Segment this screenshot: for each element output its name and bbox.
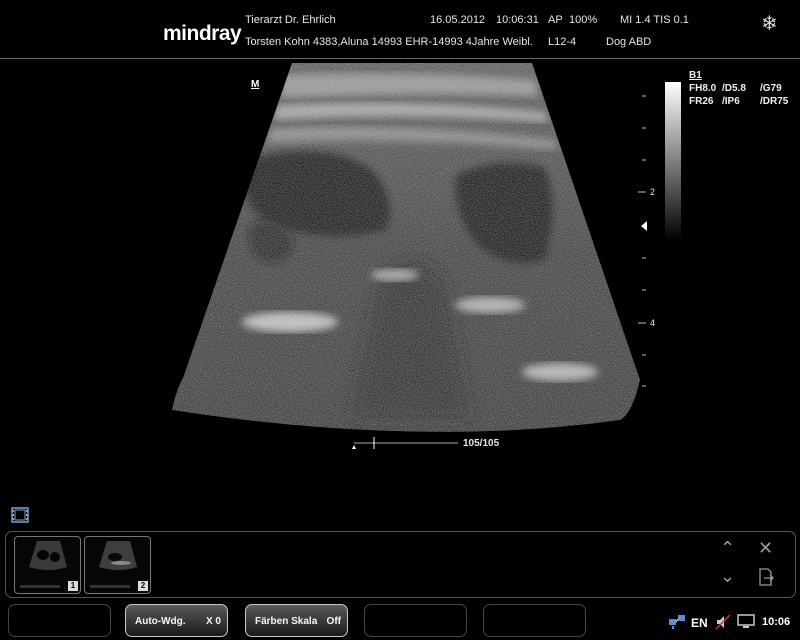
- param-dr: /DR75: [760, 96, 789, 107]
- expand-down-icon[interactable]: ⌄: [720, 566, 735, 587]
- softkey-faerben-skala-value: Off: [326, 616, 341, 627]
- thumbnail-2-number: 2: [138, 581, 148, 591]
- softkey-auto-wdg-label: Auto-Wdg.: [135, 616, 186, 627]
- param-d: /D5.8: [722, 83, 746, 94]
- depth-label-2: 2: [650, 187, 656, 197]
- collapse-up-icon[interactable]: ⌃: [720, 538, 735, 559]
- softkey-1[interactable]: [8, 604, 111, 637]
- monitor-icon[interactable]: [737, 614, 755, 630]
- close-icon[interactable]: ✕: [758, 538, 773, 559]
- thumbnail-2[interactable]: 2: [84, 536, 151, 594]
- system-clock: 10:06: [762, 616, 791, 628]
- cine-counter: 105/105: [463, 438, 500, 449]
- param-fr: FR26: [689, 96, 714, 107]
- gray-scale-bar: [665, 82, 681, 240]
- softkey-faerben-skala-label: Färben Skala: [255, 616, 318, 627]
- film-strip-icon[interactable]: [11, 507, 29, 523]
- param-title: B1: [689, 70, 702, 81]
- mute-icon[interactable]: [715, 614, 731, 630]
- language-indicator[interactable]: EN: [691, 616, 708, 630]
- softkey-4[interactable]: [364, 604, 467, 637]
- network-icon[interactable]: [668, 614, 686, 630]
- mode-label: M: [251, 79, 260, 90]
- focus-marker-icon: [641, 221, 647, 231]
- softkey-5[interactable]: [483, 604, 586, 637]
- param-ip: /IP6: [722, 96, 740, 107]
- param-g: /G79: [760, 83, 782, 94]
- depth-label-4: 4: [650, 318, 656, 328]
- softkey-auto-wdg[interactable]: Auto-Wdg. X 0: [125, 604, 228, 637]
- thumbnail-1[interactable]: 1: [14, 536, 81, 594]
- export-icon[interactable]: [758, 568, 774, 586]
- param-fh: FH8.0: [689, 83, 717, 94]
- thumbnail-1-number: 1: [68, 581, 78, 591]
- softkey-auto-wdg-value: X 0: [205, 616, 221, 627]
- softkey-faerben-skala[interactable]: Färben Skala Off: [245, 604, 348, 637]
